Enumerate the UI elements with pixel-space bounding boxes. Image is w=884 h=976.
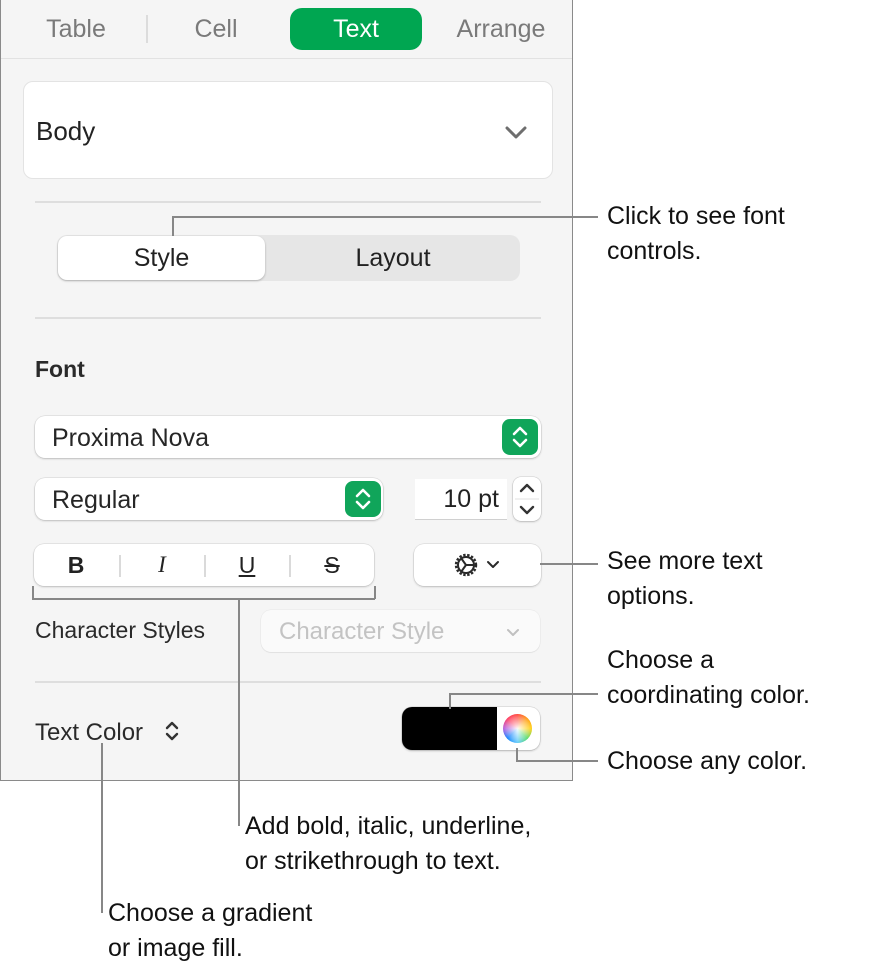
up-down-arrows-icon [165,721,178,741]
chevron-down-icon [505,126,527,139]
typeface-popup[interactable]: Regular [35,478,383,520]
tab-table[interactable]: Table [31,8,121,50]
font-size-stepper[interactable] [513,477,541,521]
paragraph-style-value: Body [36,116,96,146]
callout-fill: Choose a gradient or image fill. [108,899,313,962]
tab-cell[interactable]: Cell [171,8,261,50]
text-format-buttons: B I U S [34,544,374,586]
segment-style[interactable]: Style [58,236,265,280]
character-styles-label: Character Styles [35,617,206,643]
tab-text[interactable]: Text [290,8,422,50]
leader-line [449,693,598,695]
color-wheel-icon[interactable] [503,714,532,743]
leader-line [516,760,598,762]
leader-line [540,563,598,565]
stepper-down-icon [519,505,535,515]
format-inspector-panel: Table Cell Text Arrange Body Style Layou… [0,0,573,781]
typeface-value: Regular [52,486,140,514]
divider [35,681,541,683]
tab-separator [146,15,148,43]
bold-button[interactable]: B [34,544,118,586]
underline-button[interactable]: U [205,544,289,586]
text-color-fill-type-menu[interactable]: Text Color [35,716,180,747]
segment-layout[interactable]: Layout [266,235,520,281]
bracket-line [32,598,375,600]
leader-line [172,216,174,236]
font-size-field[interactable]: 10 pt [415,479,507,520]
leader-line [238,598,240,826]
character-style-popup[interactable]: Character Style [261,610,540,652]
tab-arrange[interactable]: Arrange [441,8,561,50]
style-layout-segmented-control: Style Layout [57,235,520,281]
stepper-up-icon [519,483,535,493]
leader-line [101,743,103,913]
more-text-options-button[interactable] [414,544,541,586]
callout-any-color: Choose any color. [607,747,808,775]
callout-more-options: See more text options. [607,547,763,610]
divider [35,201,541,203]
italic-button[interactable]: I [120,544,204,586]
font-family-value: Proxima Nova [52,424,209,452]
strikethrough-button[interactable]: S [290,544,374,586]
font-family-popup[interactable]: Proxima Nova [35,416,541,458]
character-style-placeholder: Character Style [279,618,445,645]
callout-style: Click to see font controls. [607,202,785,265]
leader-line [172,216,598,218]
chevron-down-icon [487,561,499,568]
callout-coordinating-color: Choose a coordinating color. [607,646,810,709]
divider [35,317,541,319]
chevron-down-icon [507,629,519,636]
text-color-label: Text Color [35,719,144,746]
font-section-label: Font [35,356,85,382]
inspector-tab-bar: Table Cell Text Arrange [1,0,572,59]
coordinating-color-swatch[interactable] [402,707,497,750]
font-size-value: 10 pt [443,485,499,513]
up-down-arrows-icon [345,481,381,517]
up-down-arrows-icon [502,419,538,455]
gear-icon [454,553,478,577]
paragraph-style-menu[interactable]: Body [23,81,553,179]
leader-line [449,693,451,709]
callout-bius: Add bold, italic, underline, or striketh… [245,812,532,875]
text-color-well [402,707,540,750]
